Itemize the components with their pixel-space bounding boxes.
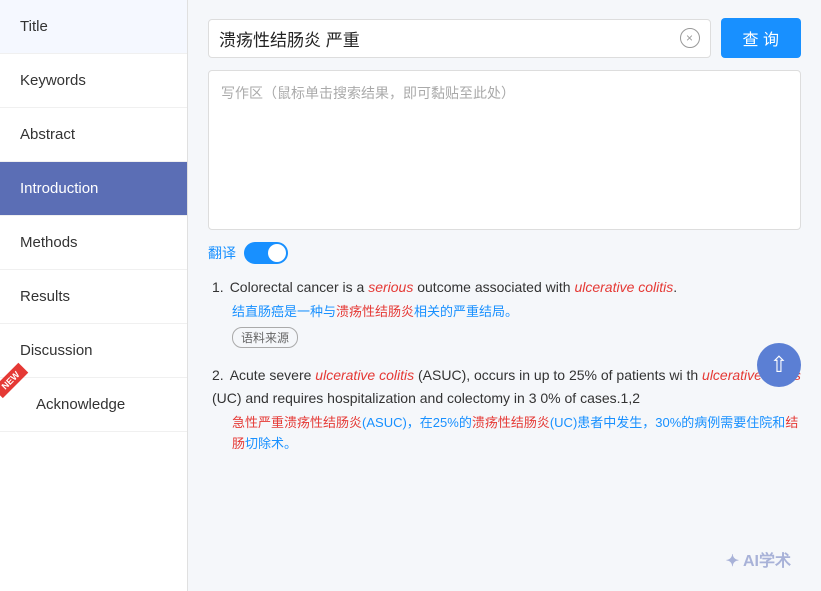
result-item: 2. Acute severe ulcerative colitis (ASUC)… — [208, 364, 801, 454]
result-cn-part: 溃疡性结肠炎 — [472, 415, 550, 430]
result-cn-part: 结直肠癌是一种与 — [232, 304, 336, 319]
result-en-part: . — [673, 279, 677, 295]
main-content: 溃疡性结肠炎 严重 × 查 询 写作区（鼠标单击搜索结果，即可黏贴至此处） 翻译… — [188, 0, 821, 591]
writing-area[interactable]: 写作区（鼠标单击搜索结果，即可黏贴至此处） — [208, 70, 801, 230]
sidebar-item-title[interactable]: Title — [0, 0, 187, 54]
translate-row: 翻译 — [208, 242, 801, 264]
results-list: 1. Colorectal cancer is a serious outcome… — [208, 276, 801, 455]
sidebar: Title Keywords Abstract Introduction Methods… — [0, 0, 188, 591]
result-cn-text: 结直肠癌是一种与溃疡性结肠炎相关的严重结局。 — [212, 302, 801, 323]
result-en-part: ulcerative colitis — [315, 367, 414, 383]
result-number: 2. — [212, 367, 224, 383]
search-button[interactable]: 查 询 — [721, 18, 801, 58]
scroll-up-button[interactable]: ⇧ — [757, 343, 801, 387]
result-en-part: outcome associated with — [413, 279, 574, 295]
sidebar-item-discussion[interactable]: Discussion — [0, 324, 187, 378]
sidebar-item-label: Discussion — [20, 342, 93, 359]
translate-label: 翻译 — [208, 243, 236, 263]
result-cn-part: 切除术。 — [245, 436, 297, 451]
clear-button[interactable]: × — [680, 28, 700, 48]
result-cn-part: 急性严重 — [232, 415, 284, 430]
sidebar-item-methods[interactable]: Methods — [0, 216, 187, 270]
sidebar-item-label: Introduction — [20, 180, 98, 197]
result-cn-part: (UC)患者中发生，30%的病例需要住院和 — [550, 415, 785, 430]
sidebar-item-introduction[interactable]: Introduction — [0, 162, 187, 216]
result-cn-text: 急性严重溃疡性结肠炎(ASUC)，在25%的溃疡性结肠炎(UC)患者中发生，30… — [212, 413, 801, 455]
search-input-wrapper: 溃疡性结肠炎 严重 × — [208, 19, 711, 58]
result-cn-part: 溃疡性结肠炎 — [336, 304, 414, 319]
result-en-part: serious — [368, 279, 413, 295]
result-en-part: (UC) and requires hospitalization and co… — [212, 390, 640, 406]
sidebar-item-abstract[interactable]: Abstract — [0, 108, 187, 162]
result-en-part: Acute severe — [230, 367, 316, 383]
result-en-text: 1. Colorectal cancer is a serious outcome… — [212, 276, 801, 298]
sidebar-item-label: Methods — [20, 234, 78, 251]
corpus-tag[interactable]: 语料来源 — [232, 327, 298, 348]
search-query: 溃疡性结肠炎 严重 — [219, 26, 680, 51]
result-en-text: 2. Acute severe ulcerative colitis (ASUC)… — [212, 364, 801, 409]
result-en-part: Colorectal cancer is a — [230, 279, 369, 295]
result-en-part: ulcerative colitis — [574, 279, 673, 295]
result-cn-part: 相关的严重结局。 — [414, 304, 518, 319]
search-bar: 溃疡性结肠炎 严重 × 查 询 — [208, 18, 801, 58]
result-cn-part: 溃疡性结肠炎 — [284, 415, 362, 430]
result-en-part: (ASUC), occurs in up to 25% of patients … — [414, 367, 702, 383]
sidebar-item-label: Acknowledge — [20, 396, 125, 413]
result-item: 1. Colorectal cancer is a serious outcome… — [208, 276, 801, 348]
sidebar-item-label: Title — [20, 18, 48, 35]
sidebar-item-keywords[interactable]: Keywords — [0, 54, 187, 108]
sidebar-item-results[interactable]: Results — [0, 270, 187, 324]
result-number: 1. — [212, 279, 224, 295]
toggle-knob — [268, 244, 286, 262]
result-cn-part: (ASUC)，在25%的 — [362, 415, 472, 430]
sidebar-item-label: Results — [20, 288, 70, 305]
sidebar-item-label: Abstract — [20, 126, 75, 143]
sidebar-item-acknowledge[interactable]: NEWAcknowledge — [0, 378, 187, 432]
sidebar-item-label: Keywords — [20, 72, 86, 89]
translate-toggle[interactable] — [244, 242, 288, 264]
